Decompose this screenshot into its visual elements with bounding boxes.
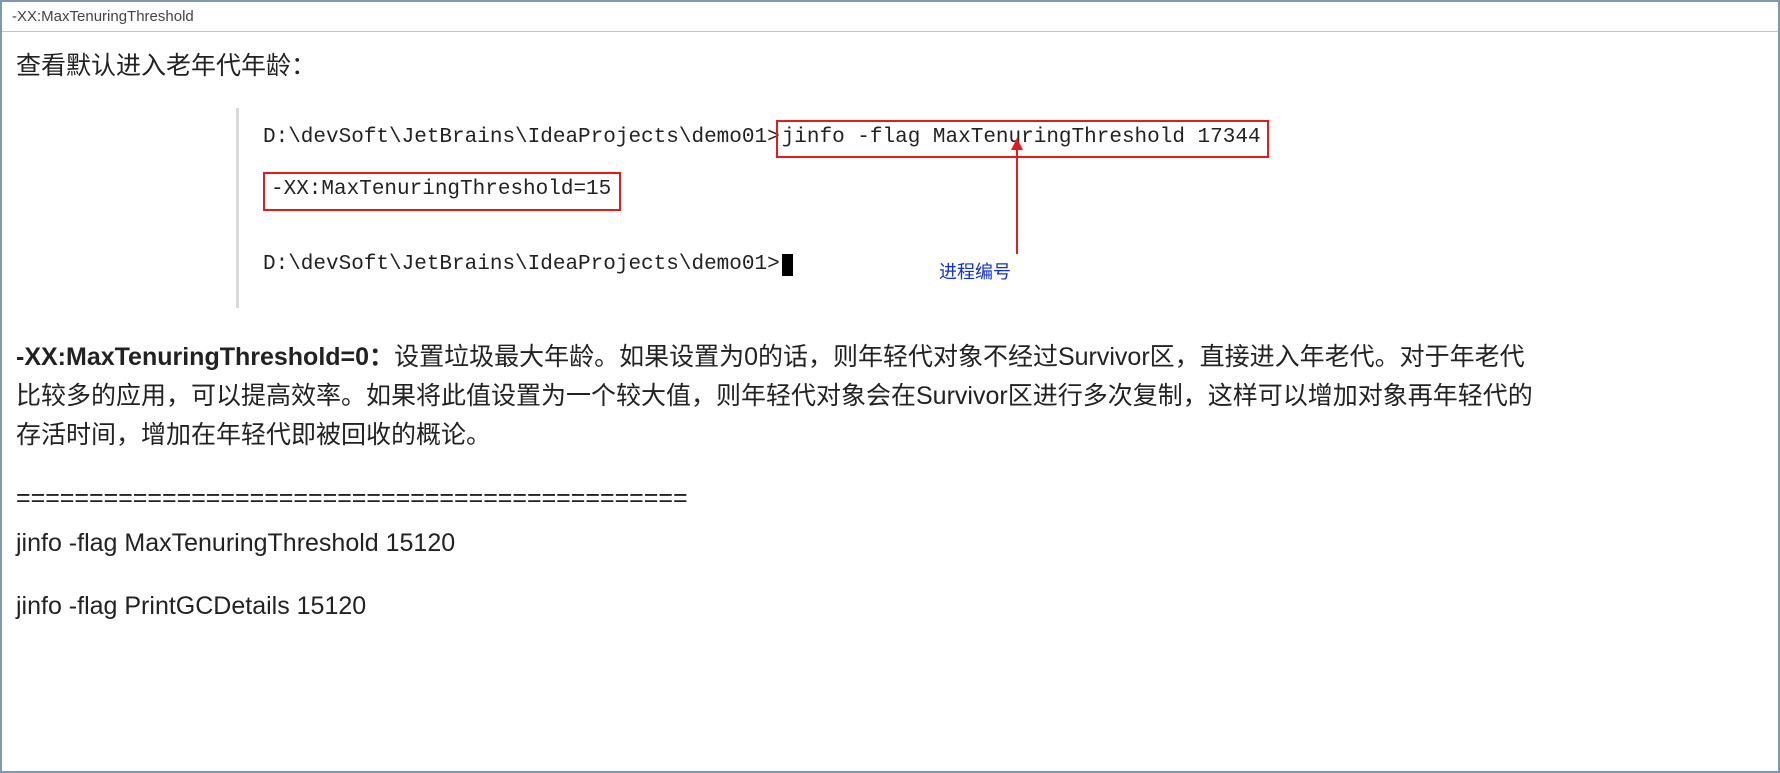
terminal-line-2: -XX:MaxTenuringThreshold=15: [263, 168, 1764, 210]
explanation-paragraph: -XX:MaxTenuringThreshold=0：设置垃圾最大年龄。如果设置…: [16, 338, 1536, 454]
content-area: 查看默认进入老年代年龄： D:\devSoft\JetBrains\IdeaPr…: [2, 32, 1778, 675]
header-bar: -XX:MaxTenuringThreshold: [2, 2, 1778, 32]
explanation-lead: -XX:MaxTenuringThreshold=0：: [16, 343, 394, 371]
terminal-command-1: jinfo -flag MaxTenuringThreshold 17344: [782, 126, 1261, 149]
command-line-2: jinfo -flag PrintGCDetails 15120: [16, 592, 1764, 621]
annotation-label: 进程编号: [939, 260, 1011, 284]
cursor-icon: [782, 254, 793, 276]
terminal-block: D:\devSoft\JetBrains\IdeaProjects\demo01…: [236, 108, 1764, 308]
terminal-spacer: [263, 221, 1764, 251]
terminal-line-3: D:\devSoft\JetBrains\IdeaProjects\demo01…: [263, 251, 1764, 279]
header-flag-text: -XX:MaxTenuringThreshold: [12, 8, 194, 25]
terminal-prompt-2: D:\devSoft\JetBrains\IdeaProjects\demo01…: [263, 253, 780, 276]
terminal-line-1: D:\devSoft\JetBrains\IdeaProjects\demo01…: [263, 120, 1764, 158]
section-heading: 查看默认进入老年代年龄：: [16, 46, 1764, 82]
terminal-output-1: -XX:MaxTenuringThreshold=15: [271, 178, 611, 201]
highlighted-command-box: jinfo -flag MaxTenuringThreshold 17344: [776, 120, 1269, 158]
document-frame: -XX:MaxTenuringThreshold 查看默认进入老年代年龄： D:…: [0, 0, 1780, 773]
divider-line: ========================================…: [16, 484, 1764, 513]
command-line-1: jinfo -flag MaxTenuringThreshold 15120: [16, 529, 1764, 558]
terminal-prompt-1: D:\devSoft\JetBrains\IdeaProjects\demo01…: [263, 126, 780, 149]
highlighted-output-box: -XX:MaxTenuringThreshold=15: [263, 172, 621, 210]
